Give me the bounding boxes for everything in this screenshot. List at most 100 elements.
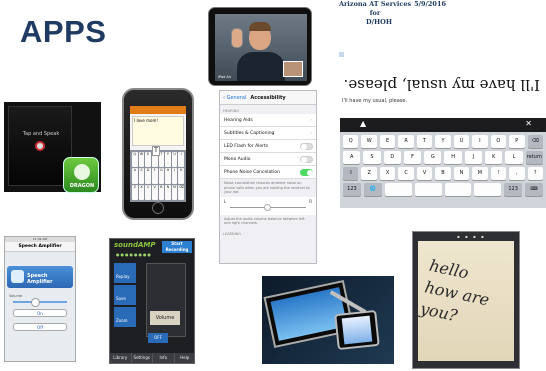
iphone-key[interactable]: H <box>165 168 171 184</box>
typed-message[interactable]: I'll have my usual, please. <box>342 98 407 104</box>
keyboard-key[interactable]: ⇧ <box>343 167 359 180</box>
keyboard-key[interactable] <box>444 183 472 196</box>
toggle-switch[interactable] <box>300 143 313 150</box>
keyboard-key[interactable]: T <box>416 135 433 148</box>
keyboard-key[interactable] <box>474 183 502 196</box>
volume-knob[interactable]: Volume <box>150 311 180 325</box>
keyboard-key[interactable]: H <box>444 151 462 164</box>
settings-row[interactable]: Phone Noise Cancelation <box>220 166 316 179</box>
keyboard-key[interactable] <box>384 183 412 196</box>
start-recording-button[interactable]: Start Recording <box>162 241 192 253</box>
handwriting-paper[interactable]: hello how are you? <box>418 241 514 361</box>
keyboard-key[interactable]: I <box>472 135 488 148</box>
keyboard-key[interactable]: O <box>490 135 507 148</box>
keyboard-key[interactable]: P <box>509 135 525 148</box>
iphone-key[interactable]: V <box>151 184 158 200</box>
tab-settings[interactable]: Settings <box>132 353 153 363</box>
off-button[interactable]: Off <box>13 323 67 331</box>
iphone-key[interactable]: G <box>158 168 165 184</box>
flip-arrow-icon[interactable]: ▲ <box>360 119 366 128</box>
iphone-key[interactable]: U <box>171 152 178 168</box>
iphone-key[interactable]: E <box>145 152 151 168</box>
keyboard-key[interactable]: G <box>424 151 442 164</box>
tab-info[interactable]: Info <box>153 353 175 363</box>
iphone-key[interactable]: Z <box>132 184 138 200</box>
iphone-key[interactable]: Q <box>132 152 138 168</box>
volume-label: Volume <box>9 294 23 298</box>
iphone-notes-image: I love mom! QWERTYUIASDFGHJKZXCVBNM⌫ T <box>122 88 194 220</box>
volume-fader[interactable] <box>146 263 186 337</box>
keyboard-key[interactable]: Q <box>343 135 359 148</box>
keyboard-key[interactable] <box>414 183 442 196</box>
toggle-switch[interactable] <box>300 169 313 176</box>
tab-help[interactable]: Help <box>175 353 195 363</box>
record-icon[interactable] <box>35 141 45 151</box>
keyboard-key[interactable]: B <box>435 167 451 180</box>
iphone-key[interactable]: B <box>158 184 165 200</box>
iphone-key[interactable]: ⌫ <box>178 184 184 200</box>
keyboard-key[interactable]: 123 <box>504 183 523 196</box>
ipad-caption: iPad Air <box>218 75 232 79</box>
iphone-keyboard: QWERTYUIASDFGHJKZXCVBNM⌫ <box>130 150 186 202</box>
keyboard-key[interactable]: Z <box>361 167 377 180</box>
keyboard-key[interactable]: 🌐 <box>363 183 382 196</box>
keyboard-key[interactable]: S <box>363 151 381 164</box>
iphone-key[interactable]: Y <box>165 152 171 168</box>
iphone-key[interactable]: D <box>145 168 151 184</box>
keyboard-key[interactable]: X <box>379 167 396 180</box>
replay-button[interactable]: Replay <box>114 263 136 283</box>
settings-row-label: Mono Audio <box>224 157 251 162</box>
iphone-key[interactable]: J <box>171 168 178 184</box>
iphone-key[interactable]: C <box>145 184 151 200</box>
iphone-key[interactable]: K <box>178 168 184 184</box>
keyboard-key[interactable]: Y <box>435 135 451 148</box>
keyboard-key[interactable]: ⌨ <box>525 183 543 196</box>
iphone-key[interactable]: X <box>138 184 145 200</box>
iphone-key[interactable]: N <box>165 184 171 200</box>
toggle-switch[interactable] <box>300 156 313 163</box>
iphone-key[interactable]: W <box>138 152 145 168</box>
iphone-key[interactable]: M <box>171 184 178 200</box>
settings-row[interactable]: LED Flash for Alerts <box>220 140 316 153</box>
keyboard-key[interactable]: F <box>403 151 422 164</box>
keyboard-key[interactable]: U <box>453 135 470 148</box>
settings-row[interactable]: Subtitles & Captioning › <box>220 127 316 140</box>
keyboard-key[interactable]: return <box>525 151 543 164</box>
keyboard-key[interactable]: L <box>505 151 523 164</box>
keyboard-key[interactable]: R <box>398 135 414 148</box>
keyboard-key[interactable]: 123 <box>343 183 361 196</box>
keyboard-key[interactable]: M <box>472 167 488 180</box>
keyboard-key[interactable]: ? <box>527 167 543 180</box>
iphone-key[interactable]: F <box>151 168 158 184</box>
keyboard-key[interactable]: E <box>379 135 396 148</box>
volume-slider[interactable] <box>13 298 67 307</box>
settings-row[interactable]: Mono Audio <box>220 153 316 166</box>
save-button[interactable]: Save <box>114 285 136 305</box>
iphone-key[interactable]: I <box>178 152 184 168</box>
keyboard-key[interactable]: C <box>398 167 414 180</box>
keyboard-key[interactable]: , <box>509 167 525 180</box>
iphone-key[interactable]: S <box>138 168 145 184</box>
bullet-marker <box>339 52 344 57</box>
keyboard-key[interactable]: A <box>343 151 361 164</box>
off-toggle[interactable]: OFF <box>148 333 168 343</box>
slider-knob[interactable] <box>264 203 271 211</box>
balance-slider[interactable]: LR <box>220 196 316 215</box>
keyboard-key[interactable]: J <box>464 151 483 164</box>
note-text[interactable]: I love mom! <box>132 116 184 146</box>
keyboard-key[interactable]: ⌫ <box>527 135 543 148</box>
zoom-button[interactable]: Zoom <box>114 307 136 327</box>
settings-row[interactable]: Hearing Aids › <box>220 114 316 127</box>
home-button-icon[interactable] <box>152 202 164 214</box>
keyboard-key[interactable]: V <box>416 167 433 180</box>
tab-library[interactable]: Library <box>110 353 132 363</box>
keyboard-key[interactable]: D <box>383 151 401 164</box>
keyboard-key[interactable]: ! <box>490 167 507 180</box>
accessibility-settings: ‹ General Accessibility HEARING Hearing … <box>219 90 317 264</box>
keyboard-key[interactable]: N <box>453 167 470 180</box>
keyboard-key[interactable]: K <box>485 151 503 164</box>
close-icon[interactable]: ✕ <box>525 119 532 128</box>
on-button[interactable]: On <box>13 309 67 317</box>
iphone-key[interactable]: A <box>132 168 138 184</box>
keyboard-key[interactable]: W <box>361 135 377 148</box>
